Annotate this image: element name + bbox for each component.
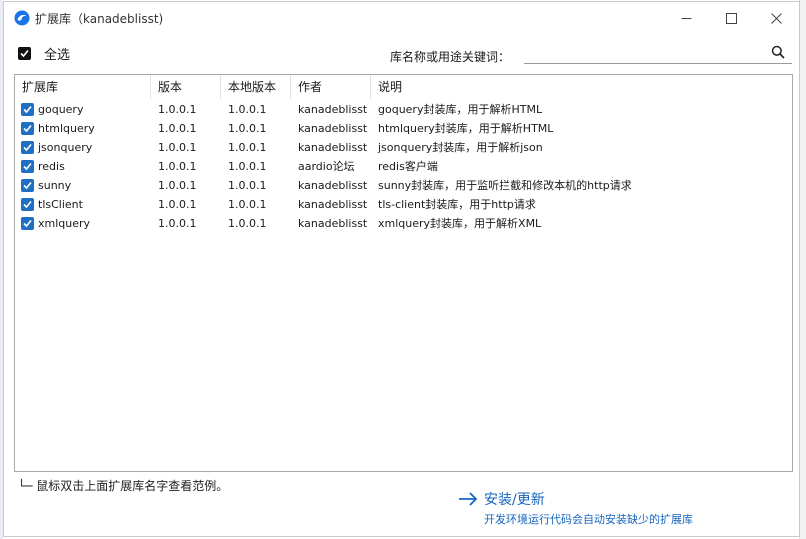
minimize-button[interactable] (664, 2, 709, 34)
cell-local-version: 1.0.0.1 (228, 198, 267, 211)
cell-name: htmlquery (38, 122, 95, 135)
cell-name: sunny (38, 179, 72, 192)
minimize-icon (681, 17, 692, 19)
check-icon (23, 219, 32, 228)
column-header-name[interactable]: 扩展库 (15, 75, 151, 99)
column-header-version[interactable]: 版本 (151, 75, 221, 99)
cell-author: kanadeblisst (298, 179, 368, 192)
cell-description: goquery封装库，用于解析HTML (378, 103, 543, 116)
cell-name: xmlquery (38, 217, 91, 230)
row-checkbox[interactable] (21, 160, 34, 173)
row-checkbox[interactable] (21, 217, 34, 230)
arrow-right-icon[interactable] (458, 491, 478, 507)
cell-author: aardio论坛 (298, 160, 355, 173)
cell-description: tls-client封装库，用于http请求 (378, 198, 536, 211)
table-row[interactable]: xmlquery 1.0.0.1 1.0.0.1 kanadeblisst xmlque… (15, 214, 792, 233)
row-checkbox[interactable] (21, 141, 34, 154)
cell-description: sunny封装库，用于监听拦截和修改本机的http请求 (378, 179, 632, 192)
cell-description: redis客户端 (378, 160, 438, 173)
table-row[interactable]: sunny 1.0.0.1 1.0.0.1 kanadeblisst sunny封装库，… (15, 176, 792, 195)
check-icon (23, 162, 32, 171)
search-label: 库名称或用途关键词： (390, 50, 511, 64)
table-row[interactable]: goquery 1.0.0.1 1.0.0.1 kanadeblisst goquery… (15, 100, 792, 119)
extension-library-window: 扩展库（kanadeblisst) 全选 库名称或用途关键词： 扩展库 版本 本… (3, 1, 800, 537)
cell-description: jsonquery封装库，用于解析json (378, 141, 543, 154)
table-row[interactable]: tlsClient 1.0.0.1 1.0.0.1 kanadeblisst tls-c… (15, 195, 792, 214)
cell-description: htmlquery封装库，用于解析HTML (378, 122, 554, 135)
cell-author: kanadeblisst (298, 141, 368, 154)
row-checkbox[interactable] (21, 179, 34, 192)
install-update-link[interactable]: 安装/更新 (484, 489, 545, 509)
maximize-button[interactable] (709, 2, 754, 34)
cell-local-version: 1.0.0.1 (228, 122, 267, 135)
cell-author: kanadeblisst (298, 217, 368, 230)
cell-local-version: 1.0.0.1 (228, 179, 267, 192)
table-row[interactable]: jsonquery 1.0.0.1 1.0.0.1 kanadeblisst jsonq… (15, 138, 792, 157)
close-icon (771, 12, 782, 24)
cell-local-version: 1.0.0.1 (228, 141, 267, 154)
close-button[interactable] (754, 2, 799, 34)
cell-local-version: 1.0.0.1 (228, 103, 267, 116)
search-icon[interactable] (771, 45, 785, 59)
row-checkbox[interactable] (21, 122, 34, 135)
cell-author: kanadeblisst (298, 103, 368, 116)
cell-version: 1.0.0.1 (158, 122, 197, 135)
check-icon (23, 181, 32, 190)
row-checkbox[interactable] (21, 198, 34, 211)
cell-description: xmlquery封装库，用于解析XML (378, 217, 542, 230)
cell-local-version: 1.0.0.1 (228, 160, 267, 173)
cell-version: 1.0.0.1 (158, 179, 197, 192)
cell-name: redis (38, 160, 65, 173)
install-description: 开发环境运行代码会自动安装缺少的扩展库 (484, 513, 693, 526)
check-icon (23, 143, 32, 152)
cell-version: 1.0.0.1 (158, 103, 197, 116)
cell-name: jsonquery (38, 141, 93, 154)
select-all-label: 全选 (44, 48, 71, 63)
column-header-author[interactable]: 作者 (291, 75, 371, 99)
select-all-box[interactable] (18, 47, 31, 60)
row-checkbox[interactable] (21, 103, 34, 116)
select-all-checkbox[interactable]: 全选 (18, 44, 70, 63)
cell-name: goquery (38, 103, 84, 116)
table-header: 扩展库 版本 本地版本 作者 说明 (15, 75, 792, 99)
background-scrollbar-right (799, 0, 806, 539)
usage-hint: └─ 鼠标双击上面扩展库名字查看范例。 (18, 479, 229, 493)
cell-version: 1.0.0.1 (158, 141, 197, 154)
column-header-local-version[interactable]: 本地版本 (221, 75, 291, 99)
check-icon (23, 200, 32, 209)
check-icon (20, 49, 29, 58)
check-icon (23, 124, 32, 133)
cell-version: 1.0.0.1 (158, 160, 197, 173)
window-title: 扩展库（kanadeblisst) (35, 12, 164, 26)
cell-version: 1.0.0.1 (158, 217, 197, 230)
table-row[interactable]: htmlquery 1.0.0.1 1.0.0.1 kanadeblisst htmlq… (15, 119, 792, 138)
cell-local-version: 1.0.0.1 (228, 217, 267, 230)
cell-name: tlsClient (38, 198, 83, 211)
cell-author: kanadeblisst (298, 198, 368, 211)
table-row[interactable]: redis 1.0.0.1 1.0.0.1 aardio论坛 redis客户端 (15, 157, 792, 176)
check-icon (23, 105, 32, 114)
search-input[interactable] (524, 42, 792, 64)
maximize-icon (726, 12, 737, 24)
app-icon (14, 10, 30, 26)
extension-list[interactable]: 扩展库 版本 本地版本 作者 说明 goquery 1.0.0.1 1.0.0.1 k… (14, 74, 793, 472)
cell-author: kanadeblisst (298, 122, 368, 135)
column-header-description[interactable]: 说明 (371, 75, 792, 99)
title-bar[interactable]: 扩展库（kanadeblisst) (4, 2, 799, 34)
cell-version: 1.0.0.1 (158, 198, 197, 211)
